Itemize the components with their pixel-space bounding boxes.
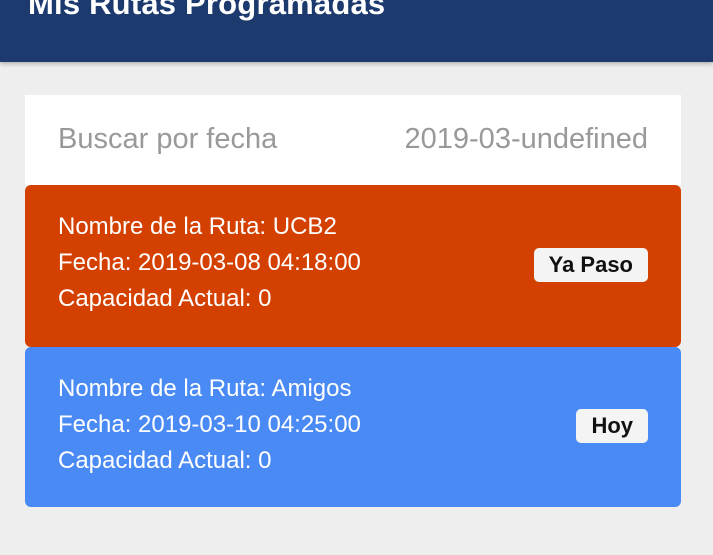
page-title: Mis Rutas Programadas (28, 0, 386, 21)
route-capacity: Capacidad Actual: 0 (58, 447, 272, 474)
route-name: Nombre de la Ruta: Amigos (58, 375, 352, 402)
route-card[interactable]: Nombre de la Ruta: Amigos Fecha: 2019-03… (25, 347, 681, 507)
main-content: Buscar por fecha 2019-03-undefined Nombr… (25, 95, 681, 507)
date-search-value[interactable]: 2019-03-undefined (405, 123, 648, 156)
route-capacity: Capacidad Actual: 0 (58, 285, 272, 312)
date-search-label: Buscar por fecha (58, 123, 278, 155)
status-badge: Hoy (576, 409, 648, 443)
route-name: Nombre de la Ruta: UCB2 (58, 213, 337, 240)
date-search-field[interactable]: Buscar por fecha 2019-03-undefined (25, 95, 681, 185)
status-badge: Ya Paso (533, 248, 648, 282)
route-date: Fecha: 2019-03-10 04:25:00 (58, 411, 361, 438)
route-card[interactable]: Nombre de la Ruta: UCB2 Fecha: 2019-03-0… (25, 185, 681, 347)
app-header: Mis Rutas Programadas (0, 0, 713, 62)
